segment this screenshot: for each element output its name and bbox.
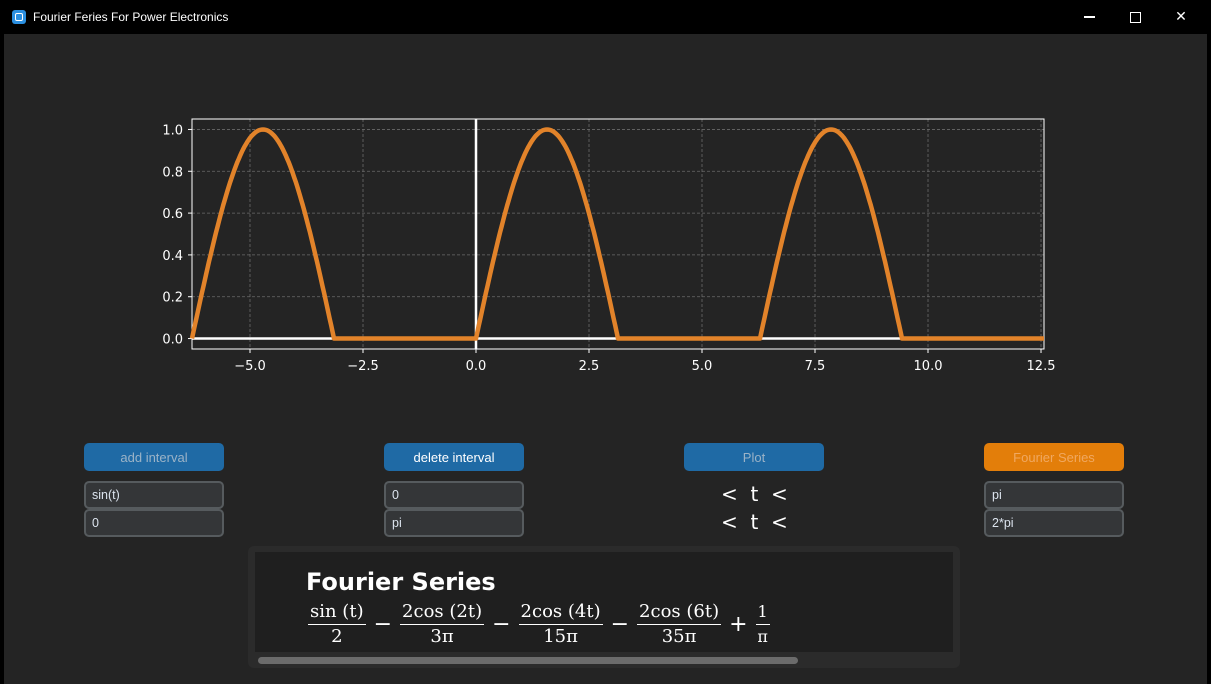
- y-tick-label: 0.6: [162, 207, 183, 222]
- term-3-numerator: 2cos (4t): [518, 602, 603, 625]
- upper-bound-input-2[interactable]: 2*pi: [984, 509, 1124, 537]
- term-1-numerator: sin (t): [308, 602, 366, 625]
- term-2-denominator: 3π: [430, 626, 454, 647]
- y-tick-label: 0.4: [162, 249, 183, 264]
- term-4: 2cos (6t) 35π: [637, 602, 722, 647]
- term-2: 2cos (2t) 3π: [400, 602, 485, 647]
- y-tick-label: 0.0: [162, 333, 183, 348]
- x-tick-label: −5.0: [234, 359, 266, 374]
- fourier-series-button[interactable]: Fourier Series: [984, 443, 1124, 471]
- y-tick-label: 1.0: [162, 123, 183, 138]
- term-4-numerator: 2cos (6t): [637, 602, 722, 625]
- x-tick-label: 0.0: [466, 359, 487, 374]
- function-input-1[interactable]: sin(t): [84, 481, 224, 509]
- term-5-denominator: π: [757, 627, 768, 646]
- y-tick-label: 0.2: [162, 291, 183, 306]
- function-input-2[interactable]: 0: [84, 509, 224, 537]
- operator-4: +: [729, 612, 748, 637]
- result-canvas: Fourier Series sin (t) 2 − 2cos (2t) 3π − …: [255, 552, 953, 652]
- add-interval-button[interactable]: add interval: [84, 443, 224, 471]
- x-tick-label: 10.0: [914, 359, 943, 374]
- operator-2: −: [492, 612, 511, 637]
- term-2-numerator: 2cos (2t): [400, 602, 485, 625]
- interval-label-2: < t <: [721, 510, 788, 534]
- interval-label-1: < t <: [721, 482, 788, 506]
- term-3-denominator: 15π: [543, 626, 578, 647]
- y-tick-label: 0.8: [162, 165, 183, 180]
- fourier-plot: −5.0 −2.5 0.0 2.5 5.0 7.5 10.0 12.5 0.0 0.2 0.4 0.6…: [162, 118, 1056, 374]
- term-3: 2cos (4t) 15π: [518, 602, 603, 647]
- horizontal-scrollbar[interactable]: [258, 657, 798, 664]
- term-5: 1π: [755, 602, 770, 647]
- term-5-numerator: 1: [755, 602, 770, 625]
- x-tick-label: 5.0: [692, 359, 713, 374]
- plot-button[interactable]: Plot: [684, 443, 824, 471]
- term-4-denominator: 35π: [661, 626, 697, 647]
- operator-3: −: [610, 612, 630, 637]
- fourier-formula: sin (t) 2 − 2cos (2t) 3π − 2cos (4t) 15π − …: [306, 602, 772, 647]
- x-tick-label: 7.5: [805, 359, 826, 374]
- x-tick-label: 12.5: [1027, 359, 1056, 374]
- term-1: sin (t) 2: [308, 602, 366, 647]
- app-window: Fourier Feries For Power Electronics ✕ −…: [4, 0, 1207, 684]
- x-tick-label: 2.5: [579, 359, 600, 374]
- result-heading: Fourier Series: [306, 568, 496, 596]
- delete-interval-button[interactable]: delete interval: [384, 443, 524, 471]
- x-tick-label: −2.5: [347, 359, 379, 374]
- lower-bound-input-1[interactable]: 0: [384, 481, 524, 509]
- lower-bound-input-2[interactable]: pi: [384, 509, 524, 537]
- operator-1: −: [373, 612, 393, 637]
- term-1-denominator: 2: [331, 626, 343, 647]
- result-panel: Fourier Series sin (t) 2 − 2cos (2t) 3π − …: [248, 546, 960, 668]
- plot-area: [192, 119, 1044, 349]
- upper-bound-input-1[interactable]: pi: [984, 481, 1124, 509]
